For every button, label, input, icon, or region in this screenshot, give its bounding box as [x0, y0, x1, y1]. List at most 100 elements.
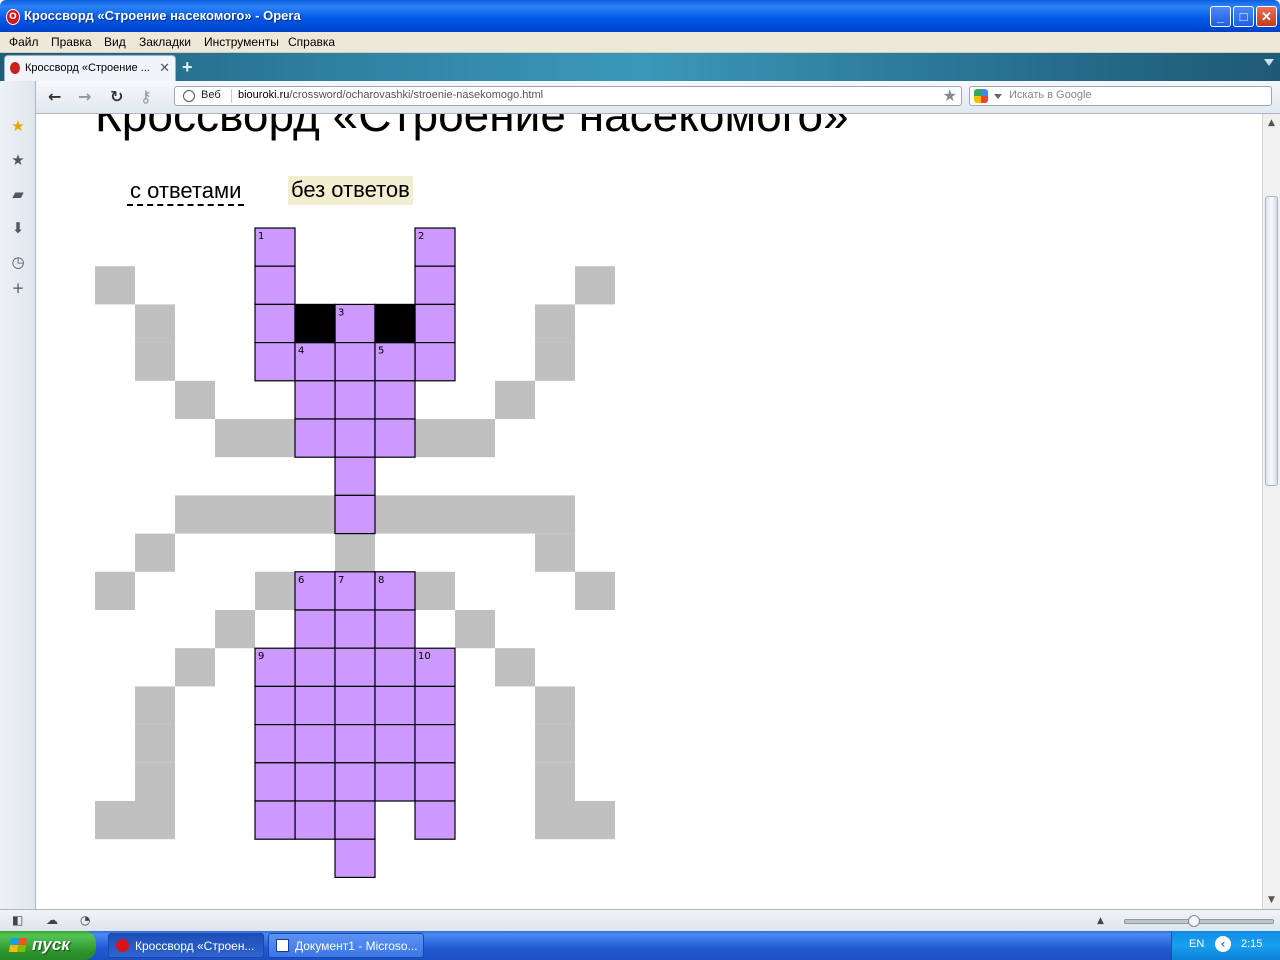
back-icon[interactable]: ← — [48, 87, 61, 106]
crossword-cell[interactable] — [334, 685, 376, 726]
crossword-cell[interactable] — [414, 800, 456, 840]
crossword-cell[interactable] — [294, 762, 336, 802]
new-tab-button[interactable]: + — [182, 57, 193, 78]
menu-view[interactable]: Вид — [104, 35, 126, 49]
opera-turbo-icon[interactable]: ◔ — [80, 913, 90, 927]
crossword-cell[interactable] — [374, 723, 416, 764]
window-title-bar[interactable]: O Кроссворд «Строение насекомого» - Oper… — [0, 0, 1280, 32]
crossword-cell[interactable] — [254, 762, 296, 802]
downloads-icon[interactable]: ⬇ — [9, 219, 27, 237]
address-badge[interactable]: Веб — [201, 89, 221, 101]
crossword-cell[interactable] — [334, 647, 376, 688]
crossword-cell[interactable] — [294, 685, 336, 726]
crossword-cell[interactable] — [254, 800, 296, 840]
scroll-down-icon[interactable]: ▼ — [1265, 893, 1278, 907]
bookmark-star-icon[interactable]: ★ — [9, 117, 27, 135]
taskbar-item-label: Документ1 - Microso... — [295, 939, 418, 953]
menu-edit[interactable]: Правка — [51, 35, 92, 49]
crossword-cell[interactable] — [414, 303, 456, 344]
tab-menu-icon[interactable] — [1264, 59, 1274, 66]
reload-icon[interactable]: ↻ — [110, 87, 123, 106]
crossword-cell[interactable] — [374, 418, 416, 458]
crossword-cell[interactable] — [414, 723, 456, 764]
zoom-popup-icon[interactable]: ▲ — [1097, 916, 1104, 926]
leg-decoration-cell — [575, 571, 615, 610]
leg-decoration-cell — [135, 686, 175, 725]
crossword-cell[interactable] — [334, 723, 376, 764]
history-clock-icon[interactable]: ◷ — [9, 253, 27, 271]
crossword-cell[interactable] — [254, 303, 296, 344]
crossword-cell[interactable] — [374, 380, 416, 420]
clue-number: 9 — [258, 651, 264, 662]
crossword-cell[interactable] — [294, 647, 336, 688]
favorites-star-icon[interactable]: ★ — [9, 151, 27, 169]
start-button[interactable]: пуск — [0, 931, 96, 960]
crossword-cell[interactable] — [294, 800, 336, 840]
search-field[interactable]: Искать в Google — [969, 86, 1272, 106]
crossword-cell[interactable] — [334, 609, 376, 649]
vertical-scrollbar[interactable]: ▲ ▼ — [1262, 114, 1280, 909]
add-panel-icon[interactable]: + — [9, 279, 27, 297]
menu-file[interactable]: Файл — [9, 35, 39, 49]
crossword-cell[interactable] — [334, 380, 376, 420]
search-engine-dropdown-icon[interactable] — [994, 94, 1002, 99]
close-button[interactable]: ✕ — [1256, 6, 1277, 27]
scroll-thumb[interactable] — [1265, 196, 1278, 486]
menu-bookmarks[interactable]: Закладки — [139, 35, 191, 49]
crossword-cell[interactable] — [294, 723, 336, 764]
crossword-cell[interactable] — [294, 609, 336, 649]
address-field[interactable]: Веб biouroki.ru/crossword/ocharovashki/s… — [174, 86, 962, 106]
show-hidden-icons-icon[interactable]: ‹ — [1215, 936, 1231, 952]
wand-key-icon[interactable]: ⚷ — [140, 87, 152, 106]
clue-number: 2 — [418, 231, 424, 242]
crossword-cell[interactable] — [334, 800, 376, 840]
minimize-button[interactable]: _ — [1210, 6, 1231, 27]
notes-icon[interactable]: ▰ — [9, 185, 27, 203]
crossword-cell[interactable] — [334, 456, 376, 497]
maximize-button[interactable]: □ — [1233, 6, 1254, 27]
menu-help[interactable]: Справка — [288, 35, 335, 49]
taskbar-item-word[interactable]: Документ1 - Microso... — [268, 933, 424, 958]
crossword-cell[interactable] — [374, 609, 416, 649]
leg-decoration-cell — [575, 801, 615, 840]
crossword-cell[interactable] — [374, 762, 416, 802]
crossword-cell[interactable] — [334, 494, 376, 535]
tab-close-icon[interactable]: ✕ — [159, 60, 170, 76]
crossword-cell[interactable] — [254, 342, 296, 382]
scroll-up-icon[interactable]: ▲ — [1265, 116, 1278, 130]
opera-unite-icon[interactable]: ☁ — [46, 913, 58, 927]
url-text[interactable]: biouroki.ru/crossword/ocharovashki/stroe… — [238, 89, 543, 101]
google-icon[interactable] — [974, 89, 988, 103]
crossword-cell[interactable] — [374, 647, 416, 688]
crossword-cell[interactable] — [334, 838, 376, 879]
leg-decoration-cell — [135, 801, 175, 840]
forward-icon[interactable]: → — [78, 87, 91, 106]
crossword-cell[interactable] — [254, 265, 296, 305]
tab-crossword[interactable]: Кроссворд «Строение ... ✕ — [4, 55, 176, 81]
start-label: пуск — [32, 935, 70, 954]
crossword-cell[interactable] — [414, 265, 456, 305]
crossword-cell[interactable] — [254, 723, 296, 764]
crossword-cell[interactable] — [414, 762, 456, 802]
crossword-cell[interactable] — [374, 685, 416, 726]
crossword-cell[interactable] — [414, 342, 456, 382]
zoom-slider-knob[interactable] — [1188, 915, 1200, 927]
crossword-cell[interactable] — [334, 762, 376, 802]
bookmark-star-icon[interactable]: ★ — [943, 86, 957, 105]
status-bar: ◧ ☁ ◔ ▲ — [0, 909, 1280, 932]
crossword-cell[interactable] — [294, 380, 336, 420]
panel-toggle-icon[interactable]: ◧ — [12, 913, 23, 927]
crossword-cell[interactable] — [334, 342, 376, 382]
crossword-cell[interactable] — [254, 685, 296, 726]
crossword-cell[interactable] — [334, 418, 376, 458]
clock[interactable]: 2:15 — [1241, 938, 1262, 950]
taskbar-item-opera[interactable]: Кроссворд «Строен... — [108, 933, 264, 958]
leg-decoration-cell — [135, 304, 175, 343]
crossword-cell[interactable] — [414, 685, 456, 726]
leg-decoration-cell — [415, 571, 455, 610]
language-indicator[interactable]: EN — [1189, 938, 1204, 950]
crossword-cell[interactable] — [294, 418, 336, 458]
leg-decoration-cell — [535, 724, 575, 763]
menu-tools[interactable]: Инструменты — [204, 35, 279, 49]
leg-decoration-cell — [415, 419, 455, 458]
